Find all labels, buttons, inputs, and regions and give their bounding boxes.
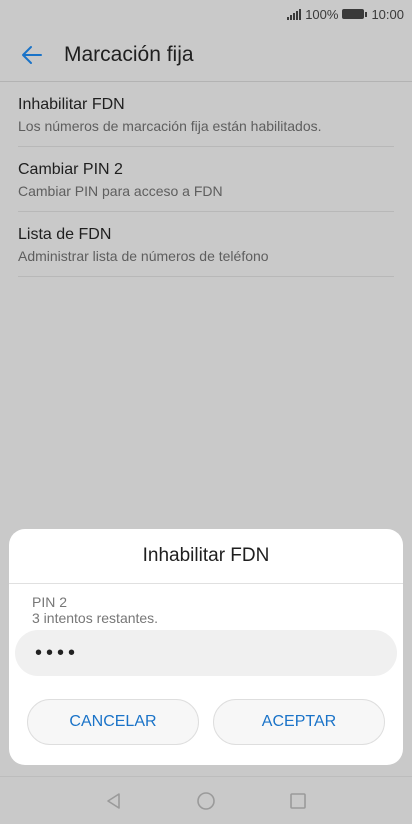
page-title: Marcación fija xyxy=(64,42,194,66)
signal-icon xyxy=(287,8,302,20)
list-item-title: Cambiar PIN 2 xyxy=(18,161,123,178)
pin-label: PIN 2 xyxy=(32,594,68,610)
nav-back-button[interactable] xyxy=(101,788,127,814)
arrow-left-icon xyxy=(22,45,42,64)
list-item-title: Inhabilitar FDN xyxy=(18,96,125,113)
list-item-subtitle: Administrar lista de números de teléfono xyxy=(18,248,269,264)
nav-home-button[interactable] xyxy=(193,788,219,814)
list-item-fdn-list[interactable]: Lista de FDN Administrar lista de número… xyxy=(18,212,394,277)
back-button[interactable] xyxy=(0,28,64,82)
pin-dialog: Inhabilitar FDN PIN 2 3 intentos restant… xyxy=(9,529,403,765)
dialog-title: Inhabilitar FDN xyxy=(9,529,403,584)
navigation-bar xyxy=(0,776,412,824)
list-item-subtitle: Cambiar PIN para acceso a FDN xyxy=(18,183,223,199)
attempts-remaining: 3 intentos restantes. xyxy=(32,610,159,626)
clock: 10:00 xyxy=(371,6,404,22)
settings-list: Inhabilitar FDN Los números de marcación… xyxy=(18,82,394,277)
status-bar: 100% 10:00 xyxy=(0,0,412,28)
list-item-title: Lista de FDN xyxy=(18,226,112,243)
square-recents-icon xyxy=(290,792,306,809)
list-item-subtitle: Los números de marcación fija están habi… xyxy=(18,118,322,134)
list-item-change-pin2[interactable]: Cambiar PIN 2 Cambiar PIN para acceso a … xyxy=(18,147,394,212)
battery-percent: 100% xyxy=(305,6,339,22)
cancel-button[interactable]: CANCELAR xyxy=(27,699,199,745)
triangle-back-icon xyxy=(107,792,120,809)
app-bar: Marcación fija xyxy=(0,28,412,82)
list-item-disable-fdn[interactable]: Inhabilitar FDN Los números de marcación… xyxy=(18,82,394,147)
battery-icon xyxy=(342,9,368,19)
nav-recents-button[interactable] xyxy=(285,788,311,814)
pin-input[interactable]: •••• xyxy=(15,630,397,676)
circle-home-icon xyxy=(197,791,215,810)
dialog-label: PIN 2 3 intentos restantes. xyxy=(32,594,403,626)
accept-button[interactable]: ACEPTAR xyxy=(213,699,385,745)
